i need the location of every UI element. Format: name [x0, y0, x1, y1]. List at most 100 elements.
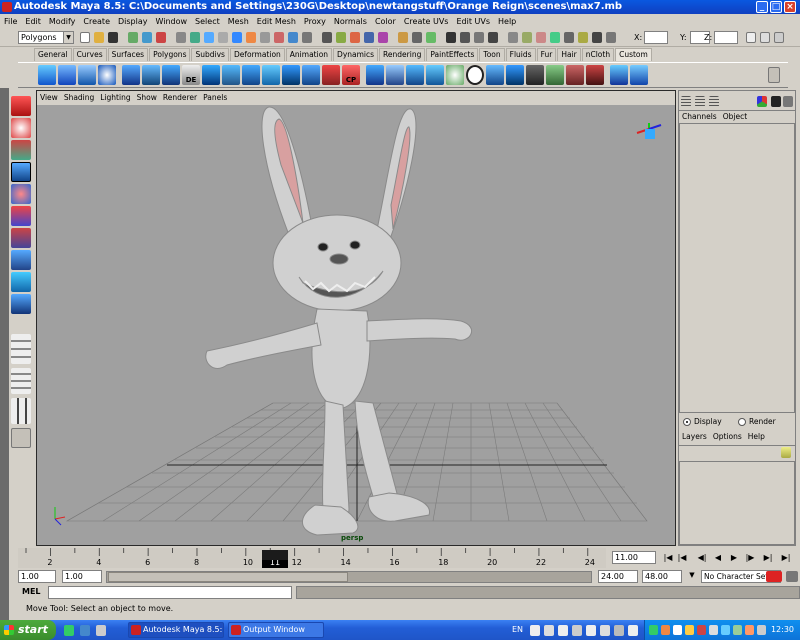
universal-manip-icon[interactable]	[11, 228, 31, 248]
animation-end-field[interactable]: 48.00	[642, 570, 682, 583]
layer-list[interactable]	[679, 461, 795, 545]
select-rendering-icon[interactable]	[260, 32, 270, 43]
tab-fur[interactable]: Fur	[536, 48, 557, 61]
shelf-render-icon[interactable]	[586, 65, 604, 85]
tray-a-icon[interactable]	[530, 625, 540, 636]
tab-animation[interactable]: Animation	[285, 48, 333, 61]
go-to-start-button[interactable]: |◀	[662, 551, 674, 564]
tab-rendering[interactable]: Rendering	[379, 48, 426, 61]
mel-label[interactable]: MEL	[22, 587, 41, 596]
menu-display[interactable]: Display	[114, 15, 152, 29]
select-handle-icon[interactable]	[176, 32, 186, 43]
tray-app-1-icon[interactable]	[685, 625, 694, 635]
tray-h-icon[interactable]	[628, 625, 638, 636]
list-view-2-icon[interactable]	[695, 96, 705, 107]
last-tool-icon[interactable]	[11, 294, 31, 314]
panel-icon[interactable]	[783, 96, 793, 107]
shelf-cut-faces-icon[interactable]	[406, 65, 424, 85]
clapboard-icon[interactable]	[592, 32, 602, 43]
select-hierarchy-icon[interactable]	[128, 32, 138, 43]
volume-icon[interactable]	[673, 625, 682, 635]
menu-set-selector[interactable]: Polygons ▼	[18, 31, 74, 44]
absolute-transform-icon[interactable]	[522, 32, 532, 43]
history-icon[interactable]	[398, 32, 408, 43]
select-curve-icon[interactable]	[204, 32, 214, 43]
shelf-bevel-icon[interactable]	[202, 65, 220, 85]
tab-dynamics[interactable]: Dynamics	[333, 48, 379, 61]
playback-start-field[interactable]: 1.00	[62, 570, 102, 583]
tab-general[interactable]: General	[34, 48, 72, 61]
rename-icon[interactable]	[550, 32, 560, 43]
menu-color[interactable]: Color	[371, 15, 400, 29]
tab-polygons[interactable]: Polygons	[149, 48, 191, 61]
color-icon[interactable]	[757, 96, 767, 107]
select-joint-icon[interactable]	[190, 32, 200, 43]
move-tool-icon[interactable]	[11, 162, 31, 182]
shelf-sphere-icon[interactable]	[98, 65, 116, 85]
tray-app-3-icon[interactable]	[709, 625, 718, 635]
step-back-key-button[interactable]: |◀	[676, 551, 688, 564]
go-to-end-button[interactable]: ▶|	[780, 551, 792, 564]
input-ops-icon[interactable]	[412, 32, 422, 43]
tray-app-2-icon[interactable]	[697, 625, 706, 635]
menu-create-uvs[interactable]: Create UVs	[400, 15, 453, 29]
shelf-de-icon[interactable]: DE	[182, 65, 200, 85]
shelf-lattice-icon[interactable]	[506, 65, 524, 85]
settings-icon[interactable]	[606, 32, 616, 43]
tool-settings-icon[interactable]	[760, 32, 770, 43]
viewport-menu-renderer[interactable]: Renderer	[160, 91, 200, 105]
shelf-joint-icon[interactable]	[610, 65, 628, 85]
select-surface-icon[interactable]	[218, 32, 228, 43]
snap-point-icon[interactable]	[350, 32, 360, 43]
menu-edit[interactable]: Edit	[21, 15, 45, 29]
tray-app-4-icon[interactable]	[721, 625, 730, 635]
save-scene-icon[interactable]	[108, 32, 118, 43]
display-radio[interactable]	[683, 418, 691, 426]
rabbit-model[interactable]	[205, 106, 473, 536]
shelf-combine-icon[interactable]	[78, 65, 96, 85]
highlight-selection-icon[interactable]	[302, 32, 312, 43]
viewport-menu-shading[interactable]: Shading	[61, 91, 97, 105]
shelf-cp-icon[interactable]: CP	[342, 65, 360, 85]
shelf-split-icon[interactable]	[162, 65, 180, 85]
menu-mesh[interactable]: Mesh	[224, 15, 253, 29]
list-view-3-icon[interactable]	[709, 96, 719, 107]
menu-help[interactable]: Help	[494, 15, 520, 29]
shelf-uv-icon[interactable]	[546, 65, 564, 85]
play-forwards-button[interactable]: ▶	[728, 551, 740, 564]
time-slider[interactable]: 2 4 6 8 10 12 14 16 18 20 22 24	[18, 548, 606, 568]
viewport-menu-lighting[interactable]: Lighting	[97, 91, 133, 105]
attribute-editor-icon[interactable]	[746, 32, 756, 43]
tab-toon[interactable]: Toon	[479, 48, 505, 61]
shelf-smooth-icon[interactable]	[262, 65, 280, 85]
security-icon[interactable]	[661, 625, 670, 635]
current-frame-field[interactable]: 11.00	[612, 551, 656, 564]
close-button[interactable]: ×	[784, 1, 796, 13]
tab-fluids[interactable]: Fluids	[505, 48, 536, 61]
snap-view-plane-icon[interactable]	[364, 32, 374, 43]
auto-key-icon[interactable]	[766, 571, 782, 582]
network-icon[interactable]	[649, 625, 658, 635]
layout-single-icon[interactable]	[11, 334, 31, 364]
layout-persp-outliner-icon[interactable]	[11, 398, 31, 424]
select-misc-icon[interactable]	[274, 32, 284, 43]
viewport-menu-show[interactable]: Show	[134, 91, 160, 105]
tab-custom[interactable]: Custom	[615, 48, 652, 61]
menu-window[interactable]: Window	[152, 15, 192, 29]
quicklaunch-icon[interactable]	[64, 625, 74, 636]
render-globals-icon[interactable]	[488, 32, 498, 43]
quicklaunch-2-icon[interactable]	[80, 625, 90, 636]
hide-icon[interactable]	[771, 96, 781, 107]
language-indicator[interactable]: EN	[512, 620, 523, 640]
lock-selection-icon[interactable]	[288, 32, 298, 43]
shelf-sculpt-icon[interactable]	[446, 65, 464, 85]
quick-select-icon[interactable]	[564, 32, 574, 43]
tab-surfaces[interactable]: Surfaces	[107, 48, 149, 61]
shelf-bridge-icon[interactable]	[142, 65, 160, 85]
snap-curve-icon[interactable]	[336, 32, 346, 43]
tab-ncloth[interactable]: nCloth	[581, 48, 615, 61]
tray-app-7-icon[interactable]	[757, 625, 766, 635]
render-frame-icon[interactable]	[460, 32, 470, 43]
object-menu[interactable]: Object	[720, 111, 750, 123]
clock[interactable]: 12:30	[771, 620, 794, 640]
